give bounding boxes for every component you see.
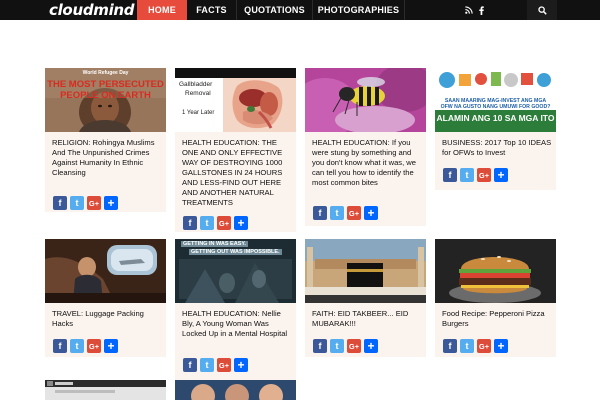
google-plus-share-button[interactable]: G+ <box>87 339 101 353</box>
share-buttons: f t G+ + <box>443 339 508 353</box>
twitter-share-button[interactable]: t <box>330 206 344 220</box>
post-title[interactable]: HEALTH EDUCATION: THE ONE AND ONLY EFFEC… <box>182 138 292 208</box>
google-plus-share-button[interactable]: G+ <box>347 206 361 220</box>
google-plus-share-button[interactable]: G+ <box>217 358 231 372</box>
post-card <box>45 380 166 400</box>
thumb-caption-main: Removal <box>185 90 211 97</box>
rss-icon[interactable] <box>463 0 475 20</box>
search-icon <box>537 5 547 15</box>
thumb-caption-sub: 1 Year Later <box>182 110 215 116</box>
post-thumbnail[interactable] <box>305 239 426 303</box>
share-buttons: f t G+ + <box>313 339 378 353</box>
facebook-share-button[interactable]: f <box>443 339 457 353</box>
post-thumbnail[interactable]: SAAN MAARING MAG-INVEST ANG MGA OFW NA G… <box>435 68 556 132</box>
share-buttons: f t G+ + <box>53 339 118 353</box>
twitter-share-button[interactable]: t <box>70 339 84 353</box>
thumb-caption-sub: ALAMIN ANG 10 SA MGA ITO <box>436 113 555 123</box>
facebook-share-button[interactable]: f <box>183 358 197 372</box>
more-share-button[interactable]: + <box>234 358 248 372</box>
more-share-button[interactable]: + <box>234 216 248 230</box>
twitter-share-button[interactable]: t <box>460 339 474 353</box>
nav-photographies[interactable]: PHOTOGRAPHIES <box>313 0 404 20</box>
more-share-button[interactable]: + <box>364 206 378 220</box>
post-card: Food Recipe: Pepperoni Pizza Burgers f t… <box>435 239 556 357</box>
google-plus-share-button[interactable]: G+ <box>87 196 101 210</box>
thumb-caption-top: GETTING IN WAS EASY. <box>181 241 248 247</box>
facebook-share-button[interactable]: f <box>53 196 67 210</box>
more-share-button[interactable]: + <box>364 339 378 353</box>
share-buttons: f t G+ + <box>183 358 248 372</box>
thumb-caption-main: GETTING OUT WAS IMPOSSIBLE. <box>189 249 282 255</box>
top-navigation-bar: cloudmind HOME FACTS QUOTATIONS PHOTOGRA… <box>0 0 600 20</box>
twitter-share-button[interactable]: t <box>200 358 214 372</box>
facebook-share-button[interactable]: f <box>183 216 197 230</box>
nav-quotations[interactable]: QUOTATIONS <box>237 0 312 20</box>
twitter-share-button[interactable]: t <box>70 196 84 210</box>
post-title[interactable]: BUSINESS: 2017 Top 10 IDEAS for OFWs to … <box>442 138 552 158</box>
share-buttons: f t G+ + <box>53 196 118 210</box>
post-card: HEALTH EDUCATION: If you were stung by s… <box>305 68 426 226</box>
google-plus-share-button[interactable]: G+ <box>347 339 361 353</box>
post-title[interactable]: FAITH: EID TAKBEER... EID MUBARAK!!! <box>312 309 422 329</box>
post-title[interactable]: RELIGION: Rohingya Muslims And The Unpun… <box>52 138 162 178</box>
post-card: FAITH: EID TAKBEER... EID MUBARAK!!! f t… <box>305 239 426 357</box>
post-card: TRAVEL: Luggage Packing Hacks f t G+ + <box>45 239 166 357</box>
post-card: World Refugee Day THE MOST PERSECUTED PE… <box>45 68 166 212</box>
share-buttons: f t G+ + <box>183 216 248 230</box>
post-card: SAAN MAARING MAG-INVEST ANG MGA OFW NA G… <box>435 68 556 190</box>
post-thumbnail[interactable]: Gallbladder Removal 1 Year Later <box>175 68 296 132</box>
more-share-button[interactable]: + <box>104 196 118 210</box>
thumb-caption-top: World Refugee Day <box>82 70 129 76</box>
google-plus-share-button[interactable]: G+ <box>217 216 231 230</box>
google-plus-share-button[interactable]: G+ <box>477 168 491 182</box>
post-thumbnail[interactable] <box>435 239 556 303</box>
facebook-share-button[interactable]: f <box>313 339 327 353</box>
thumb-caption-main: THE MOST PERSECUTED <box>47 79 164 90</box>
facebook-share-button[interactable]: f <box>443 168 457 182</box>
post-card: Gallbladder Removal 1 Year Later HEALTH … <box>175 68 296 232</box>
post-thumbnail[interactable]: GETTING IN WAS EASY. GETTING OUT WAS IMP… <box>175 239 296 303</box>
post-title[interactable]: Food Recipe: Pepperoni Pizza Burgers <box>442 309 552 329</box>
post-thumbnail[interactable]: World Refugee Day THE MOST PERSECUTED PE… <box>45 68 166 132</box>
thumb-caption-main: OFW NA GUSTO NANG UMUWI FOR GOOD? <box>440 104 551 110</box>
thumb-caption-top: Gallbladder <box>179 81 213 88</box>
nav-divider <box>404 0 405 20</box>
twitter-share-button[interactable]: t <box>200 216 214 230</box>
twitter-share-button[interactable]: t <box>330 339 344 353</box>
share-buttons: f t G+ + <box>313 206 378 220</box>
thumb-caption-sub: PEOPLE ON EARTH <box>60 90 151 101</box>
post-thumbnail[interactable] <box>305 68 426 132</box>
facebook-icon[interactable] <box>476 0 486 20</box>
share-buttons: f t G+ + <box>443 168 508 182</box>
google-plus-share-button[interactable]: G+ <box>477 339 491 353</box>
post-title[interactable]: TRAVEL: Luggage Packing Hacks <box>52 309 162 329</box>
post-thumbnail[interactable] <box>175 380 296 400</box>
facebook-share-button[interactable]: f <box>53 339 67 353</box>
facebook-share-button[interactable]: f <box>313 206 327 220</box>
site-logo[interactable]: cloudmind <box>49 0 135 20</box>
twitter-share-button[interactable]: t <box>460 168 474 182</box>
more-share-button[interactable]: + <box>104 339 118 353</box>
more-share-button[interactable]: + <box>494 168 508 182</box>
post-thumbnail[interactable] <box>45 239 166 303</box>
nav-home[interactable]: HOME <box>137 0 187 20</box>
more-share-button[interactable]: + <box>494 339 508 353</box>
post-title[interactable]: HEALTH EDUCATION: If you were stung by s… <box>312 138 422 188</box>
post-title[interactable]: HEALTH EDUCATION: Nellie Bly, A Young Wo… <box>182 309 292 339</box>
post-card: GETTING IN WAS EASY. GETTING OUT WAS IMP… <box>175 239 296 383</box>
nav-facts[interactable]: FACTS <box>187 0 236 20</box>
search-button[interactable] <box>527 0 557 20</box>
post-card <box>175 380 296 400</box>
post-thumbnail[interactable] <box>45 380 166 400</box>
